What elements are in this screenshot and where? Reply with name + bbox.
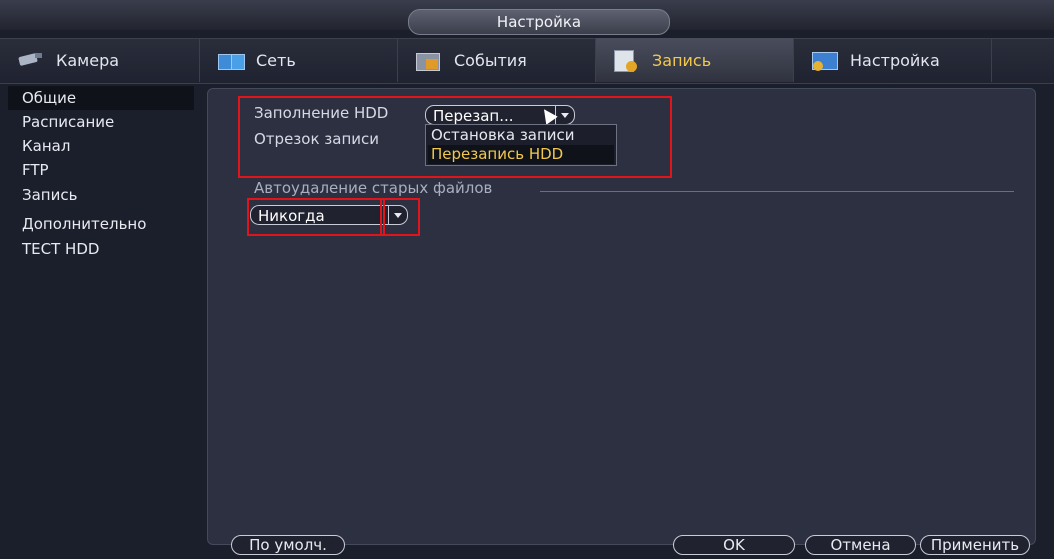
section-divider (540, 191, 1014, 192)
highlight-box-auto-delete (247, 198, 385, 236)
tab-label: Запись (652, 50, 712, 70)
highlight-box-dropdown-arrow (380, 198, 420, 236)
auto-delete-section-title: Автоудаление старых файлов (254, 179, 493, 197)
sidebar-item-channel[interactable]: Канал (8, 134, 194, 158)
ok-button[interactable]: OK (673, 535, 795, 555)
window-title: Настройка (408, 9, 670, 35)
highlight-box-hdd (238, 96, 672, 178)
tab-events[interactable]: События (398, 38, 596, 82)
camera-icon (18, 49, 44, 71)
sidebar-item-ftp[interactable]: FTP (8, 158, 194, 182)
sidebar-item-schedule[interactable]: Расписание (8, 110, 194, 134)
cancel-button[interactable]: Отмена (805, 535, 916, 555)
apply-button[interactable]: Применить (920, 535, 1030, 555)
sidebar-item-hdd-test[interactable]: ТЕСТ HDD (8, 237, 194, 261)
events-icon (416, 49, 442, 71)
tab-settings[interactable]: Настройка (794, 38, 992, 82)
record-icon (614, 49, 640, 72)
tab-camera[interactable]: Камера (0, 38, 200, 82)
sidebar-item-advanced[interactable]: Дополнительно (8, 212, 194, 236)
network-icon (218, 49, 245, 71)
default-button[interactable]: По умолч. (231, 535, 345, 555)
settings-icon (812, 49, 838, 71)
tab-label: Настройка (850, 50, 940, 70)
tab-label: Камера (56, 50, 120, 70)
sidebar-item-general[interactable]: Общие (8, 86, 194, 110)
tab-network[interactable]: Сеть (200, 38, 398, 82)
tab-record[interactable]: Запись (596, 38, 794, 82)
tab-label: Сеть (256, 50, 296, 70)
tab-label: События (454, 50, 527, 70)
sidebar: Общие Расписание Канал FTP Запись Дополн… (0, 86, 200, 559)
sidebar-item-record[interactable]: Запись (8, 183, 194, 207)
